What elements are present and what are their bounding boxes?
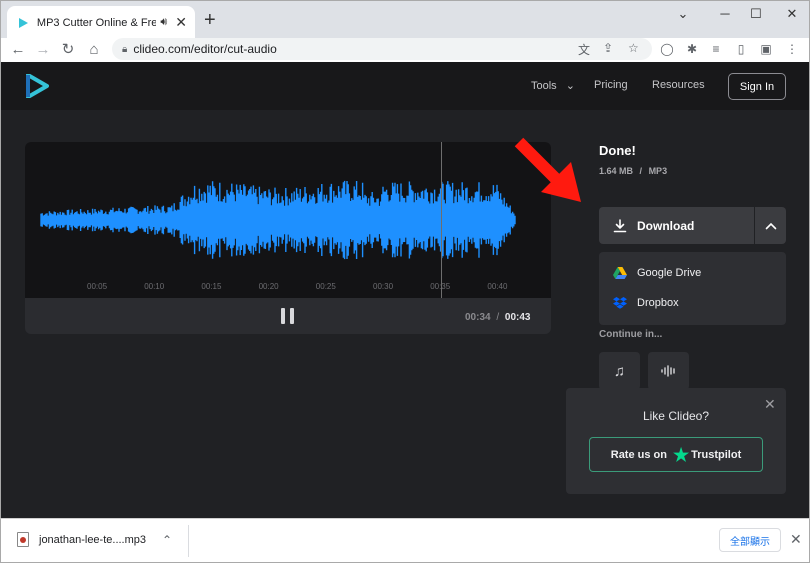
download-options-menu: Google Drive Dropbox [599, 252, 786, 325]
extensions-puzzle-icon[interactable]: ✱ [684, 42, 700, 56]
google-drive-option[interactable]: Google Drive [613, 267, 701, 279]
speaker-icon[interactable]: 🔊︎ [160, 16, 167, 29]
lock-icon[interactable]: 🔒︎ [122, 44, 127, 55]
file-format: MP3 [648, 166, 668, 176]
nav-tools-label: Tools [531, 80, 557, 92]
audio-wave-icon [660, 365, 675, 377]
timeline-tick: 00:35 [430, 282, 451, 291]
time-separator: / [496, 312, 500, 323]
google-drive-label: Google Drive [637, 267, 702, 279]
dropbox-label: Dropbox [637, 297, 679, 309]
trustpilot-brand: Trustpilot [691, 448, 742, 461]
waveform-area[interactable]: 00:05 00:10 00:15 00:20 00:25 00:30 00:35 00:40 [25, 142, 551, 298]
download-options-toggle[interactable] [755, 207, 786, 244]
rate-trustpilot-button[interactable]: Rate us on ★ Trustpilot [589, 437, 763, 472]
clideo-favicon-icon [15, 15, 31, 31]
media-control-icon[interactable]: ≡ [708, 42, 724, 56]
download-label: Download [637, 218, 695, 233]
audio-file-icon [17, 532, 29, 547]
continue-in-label: Continue in... [599, 329, 663, 340]
back-icon[interactable]: ← [8, 40, 28, 60]
tab-close-icon[interactable]: ✕ [175, 14, 187, 31]
nav-pricing[interactable]: Pricing [594, 79, 628, 91]
nav-resources[interactable]: Resources [652, 79, 705, 91]
tab-search-chevron-icon[interactable]: ⌄ [668, 5, 698, 23]
total-time: 00:43 [504, 312, 531, 323]
home-icon[interactable]: ⌂ [84, 40, 104, 60]
forward-icon[interactable]: → [33, 40, 53, 60]
chevron-up-icon[interactable]: ⌃ [162, 533, 172, 547]
current-time: 00:34 [465, 312, 491, 323]
minimize-button[interactable]: ─ [710, 5, 740, 23]
chevron-down-icon: ⌄ [565, 80, 575, 92]
rate-prefix: Rate us on [610, 448, 667, 461]
downloaded-file-item[interactable]: jonathan-lee-te....mp3 ⌃ [17, 532, 172, 547]
maximize-button[interactable]: ☐ [741, 5, 771, 23]
extension-icon[interactable]: ◯ [659, 42, 675, 56]
timeline-tick: 00:05 [87, 282, 108, 291]
done-title: Done! [599, 143, 636, 158]
rate-title: Like Clideo? [642, 409, 710, 423]
profile-avatar[interactable]: ▣ [758, 42, 774, 56]
address-bar[interactable]: 🔒︎ clideo.com/editor/cut-audio [112, 38, 652, 60]
close-window-button[interactable]: ✕ [777, 5, 807, 23]
dropbox-icon [613, 297, 627, 309]
timeline-tick: 00:25 [315, 282, 336, 291]
dropbox-option[interactable]: Dropbox [613, 297, 679, 309]
bookmark-star-icon[interactable]: ☆ [628, 41, 639, 55]
site-header: Tools ⌄ Pricing Resources Sign In [1, 62, 809, 110]
timeline-tick: 00:15 [201, 282, 222, 291]
chevron-up-icon [765, 222, 776, 229]
pause-button[interactable] [281, 308, 295, 324]
waveform[interactable] [25, 142, 551, 298]
timeline-tick: 00:30 [373, 282, 394, 291]
web-page: Tools ⌄ Pricing Resources Sign In 00:05 0… [0, 62, 810, 518]
rate-us-card: ✕ Like Clideo? Rate us on ★ Trustpilot [566, 388, 786, 494]
reload-icon[interactable]: ↻ [58, 40, 78, 60]
file-info: 1.64 MB / MP3 [599, 166, 667, 176]
continue-audio-tool-button[interactable]: ♫ [599, 352, 640, 390]
download-icon [613, 218, 627, 232]
translate-icon[interactable]: 文 [578, 41, 590, 58]
download-button[interactable]: Download [599, 207, 754, 244]
audio-player: 00:05 00:10 00:15 00:20 00:25 00:30 00:35 00:40… [25, 142, 551, 334]
divider [188, 525, 189, 557]
tab-title: MP3 Cutter Online & Free [36, 16, 157, 29]
downloaded-file-name: jonathan-lee-te....mp3 [39, 533, 147, 546]
file-info-separator: / [639, 166, 643, 176]
pause-icon [281, 308, 285, 324]
timeline-tick: 00:20 [258, 282, 279, 291]
waveform-path [40, 180, 516, 260]
sign-in-button[interactable]: Sign In [728, 73, 786, 100]
browser-tabstrip: MP3 Cutter Online & Free 🔊︎ ✕ + ⌄ ─ ☐ ✕ [0, 0, 810, 39]
trustpilot-star-icon: ★ [672, 444, 690, 465]
google-drive-icon [613, 267, 627, 279]
nav-tools[interactable]: Tools ⌄ [531, 79, 575, 92]
pause-icon-bar [290, 308, 294, 324]
time-display: 00:34 / 00:43 [465, 312, 531, 323]
menu-kebab-icon[interactable]: ⋮ [784, 42, 800, 56]
playhead[interactable] [441, 142, 442, 298]
red-arrow-annotation [514, 137, 581, 202]
timeline-tick: 00:40 [487, 282, 508, 291]
close-shelf-icon[interactable]: ✕ [790, 531, 802, 548]
clideo-logo[interactable] [25, 73, 49, 103]
side-panel-icon[interactable]: ▯ [733, 42, 749, 56]
share-icon[interactable]: ⇪ [603, 41, 613, 55]
browser-toolbar: ← → ↻ ⌂ 🔒︎ clideo.com/editor/cut-audio 文… [0, 38, 810, 62]
music-note-icon: ♫ [613, 362, 626, 380]
continue-waveform-tool-button[interactable] [648, 352, 689, 390]
file-size: 1.64 MB [599, 166, 634, 176]
url-text[interactable]: clideo.com/editor/cut-audio [133, 42, 276, 56]
new-tab-button[interactable]: + [204, 10, 216, 30]
show-all-button[interactable]: 全部顯示 [719, 528, 781, 552]
browser-tab[interactable]: MP3 Cutter Online & Free 🔊︎ ✕ [7, 6, 195, 39]
timeline-tick: 00:10 [144, 282, 165, 291]
download-shelf: jonathan-lee-te....mp3 ⌃ 全部顯示 ✕ [0, 518, 810, 563]
